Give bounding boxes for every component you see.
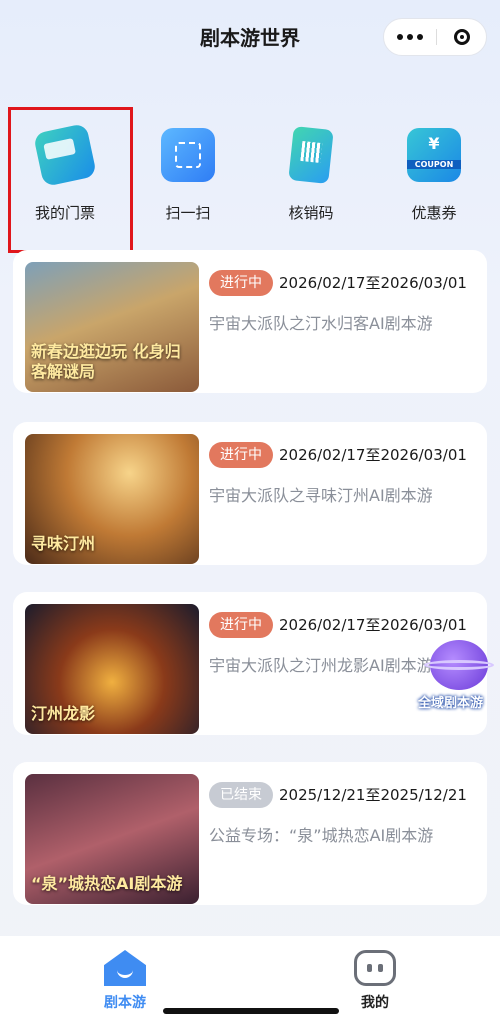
- coupons-button[interactable]: ¥ COUPON 优惠券: [379, 120, 489, 230]
- global-script-tour-button[interactable]: 全域剧本游: [418, 636, 498, 716]
- card-thumbnail: 新春边逛边玩 化身归客解谜局: [25, 262, 199, 392]
- qr-code-icon: [288, 126, 334, 184]
- home-icon: [104, 950, 146, 986]
- floating-label: 全域剧本游: [418, 696, 484, 711]
- home-indicator: [163, 1008, 339, 1014]
- script-card[interactable]: “泉”城热恋AI剧本游 已结束 2025/12/21至2025/12/21 公益…: [13, 762, 487, 905]
- planet-icon: [424, 640, 494, 690]
- card-dates: 2026/02/17至2026/03/01: [279, 274, 467, 292]
- tab-script-tour[interactable]: 剧本游: [70, 944, 180, 1014]
- card-title: 宇宙大派队之汀水归客AI剧本游: [209, 314, 433, 333]
- scan-icon: [161, 128, 215, 182]
- card-thumbnail: 汀州龙影: [25, 604, 199, 734]
- card-title: 宇宙大派队之寻味汀州AI剧本游: [209, 486, 433, 505]
- thumbnail-caption: 新春边逛边玩 化身归客解谜局: [31, 342, 181, 381]
- thumbnail-caption: “泉”城热恋AI剧本游: [31, 874, 183, 893]
- script-card[interactable]: 汀州龙影 进行中 2026/02/17至2026/03/01 宇宙大派队之汀州龙…: [13, 592, 487, 735]
- scan-button[interactable]: 扫一扫: [133, 120, 243, 230]
- thumbnail-caption: 寻味汀州: [31, 534, 96, 553]
- card-dates: 2026/02/17至2026/03/01: [279, 446, 467, 464]
- script-card[interactable]: 新春边逛边玩 化身归客解谜局 进行中 2026/02/17至2026/03/01…: [13, 250, 487, 393]
- robot-icon: [354, 950, 396, 986]
- card-thumbnail: 寻味汀州: [25, 434, 199, 564]
- thumbnail-caption: 汀州龙影: [31, 704, 96, 723]
- header: 剧本游世界: [0, 0, 500, 80]
- verify-code-button[interactable]: 核销码: [256, 120, 366, 230]
- highlight-box: [8, 107, 133, 253]
- scan-label: 扫一扫: [165, 204, 211, 222]
- script-card[interactable]: 寻味汀州 进行中 2026/02/17至2026/03/01 宇宙大派队之寻味汀…: [13, 422, 487, 565]
- status-badge: 进行中: [209, 612, 273, 638]
- card-title: 公益专场：“泉”城热恋AI剧本游: [209, 826, 434, 845]
- status-badge: 进行中: [209, 270, 273, 296]
- close-icon[interactable]: [437, 19, 487, 55]
- card-thumbnail: “泉”城热恋AI剧本游: [25, 774, 199, 904]
- coupons-label: 优惠券: [411, 204, 457, 222]
- mini-program-capsule: [383, 18, 487, 56]
- status-badge: 进行中: [209, 442, 273, 468]
- more-icon[interactable]: [384, 19, 436, 55]
- verify-code-label: 核销码: [288, 204, 334, 222]
- coupon-icon: ¥ COUPON: [407, 128, 461, 182]
- tab-mine[interactable]: 我的: [320, 944, 430, 1014]
- card-dates: 2025/12/21至2025/12/21: [279, 786, 467, 804]
- card-dates: 2026/02/17至2026/03/01: [279, 616, 467, 634]
- status-badge: 已结束: [209, 782, 273, 808]
